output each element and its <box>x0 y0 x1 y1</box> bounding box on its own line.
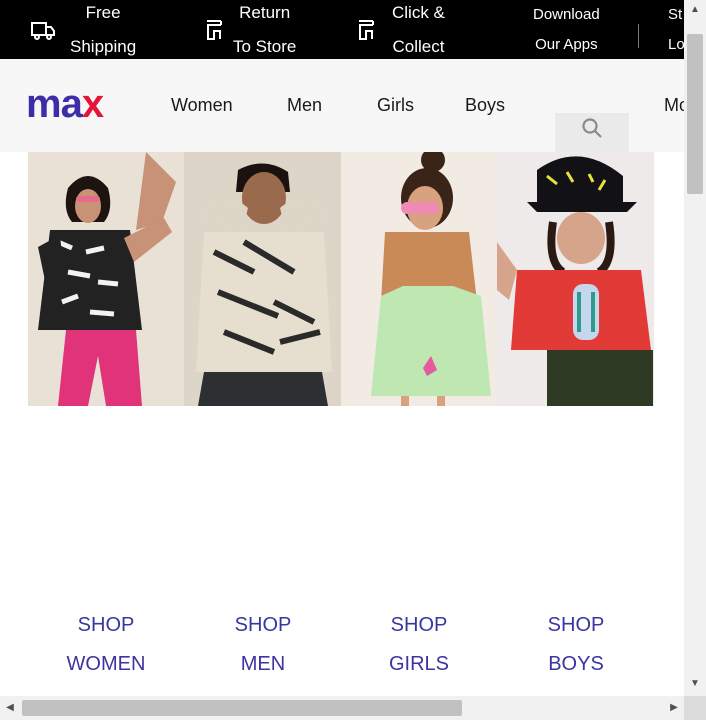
nav-boys[interactable]: Boys <box>465 95 505 116</box>
promo-click-line1: Click & <box>392 2 445 22</box>
shop-men-link[interactable]: SHOP MEN <box>203 606 323 684</box>
shop-women-link[interactable]: SHOP WOMEN <box>46 606 166 684</box>
hero-photo-women[interactable] <box>28 152 184 406</box>
hero-banner[interactable] <box>28 152 654 406</box>
promo-click-line2: Collect <box>392 36 445 56</box>
store-icon <box>355 17 381 43</box>
nav-women[interactable]: Women <box>171 95 233 116</box>
promo-return-line1: Return <box>239 2 291 22</box>
promo-free-shipping-line2: Shipping <box>70 36 137 56</box>
scroll-right-arrow-icon[interactable]: ▶ <box>668 702 680 714</box>
shop-men-line1: SHOP <box>234 614 292 636</box>
vertical-scroll-thumb[interactable] <box>687 34 703 194</box>
promo-bar: Free Shipping Return To Store Click & Co… <box>0 0 684 59</box>
scroll-left-arrow-icon[interactable]: ◀ <box>4 702 16 714</box>
store-icon <box>203 17 229 43</box>
promo-click-collect[interactable]: Click & Collect <box>355 0 445 59</box>
scroll-down-arrow-icon[interactable]: ▼ <box>689 678 701 690</box>
promo-store-locator[interactable]: St Lo <box>668 0 684 59</box>
nav-men[interactable]: Men <box>287 95 322 116</box>
scroll-up-arrow-icon[interactable]: ▲ <box>689 4 701 16</box>
shop-women-line1: SHOP <box>77 614 135 636</box>
max-logo[interactable]: max <box>26 84 104 124</box>
promo-store-line2: Lo <box>668 35 684 53</box>
shop-boys-line2: BOYS <box>548 653 604 675</box>
horizontal-scrollbar[interactable]: ◀ ▶ <box>0 696 684 720</box>
shop-girls-line1: SHOP <box>390 614 448 636</box>
nav-girls[interactable]: Girls <box>377 95 414 116</box>
promo-free-shipping[interactable]: Free Shipping <box>30 0 136 59</box>
shop-women-line2: WOMEN <box>66 653 146 675</box>
vertical-scrollbar[interactable]: ▲ ▼ <box>684 0 706 696</box>
promo-return-line2: To Store <box>233 36 297 56</box>
hero-photo-girls[interactable] <box>341 152 497 406</box>
shop-girls-line2: GIRLS <box>388 653 450 675</box>
promo-divider <box>638 24 639 48</box>
nav-more[interactable]: Mo <box>664 95 684 116</box>
promo-free-shipping-line1: Free <box>85 2 121 22</box>
search-icon <box>581 117 603 144</box>
hero-photo-boys[interactable] <box>497 152 654 406</box>
shop-men-line2: MEN <box>240 653 286 675</box>
scrollbar-corner <box>684 696 706 720</box>
horizontal-scroll-thumb[interactable] <box>22 700 462 716</box>
promo-return-to-store[interactable]: Return To Store <box>203 0 296 59</box>
promo-download-apps[interactable]: Download Our Apps <box>533 0 600 59</box>
truck-icon <box>30 17 56 43</box>
hero-photo-men[interactable] <box>184 152 341 406</box>
search-button[interactable] <box>555 113 629 152</box>
shop-boys-link[interactable]: SHOP BOYS <box>516 606 636 684</box>
shop-boys-line1: SHOP <box>547 614 605 636</box>
promo-store-line1: St <box>668 5 683 23</box>
shop-girls-link[interactable]: SHOP GIRLS <box>359 606 479 684</box>
promo-download-line2: Our Apps <box>535 35 598 53</box>
promo-download-line1: Download <box>533 5 600 23</box>
main-header: max Women Men Girls Boys Mo <box>0 59 684 152</box>
